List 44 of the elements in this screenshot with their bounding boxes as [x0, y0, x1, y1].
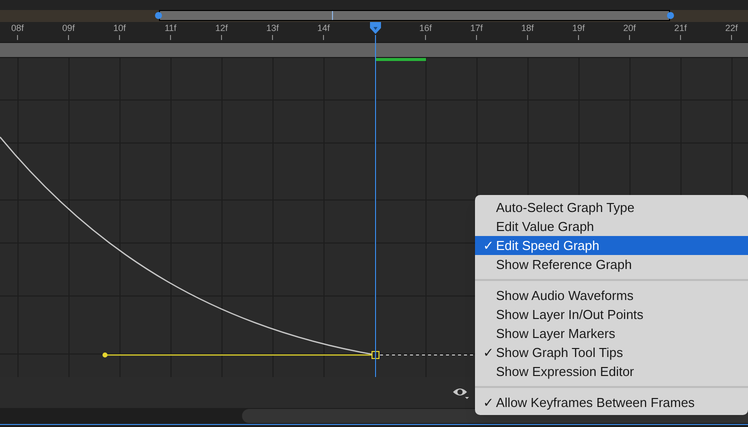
- ruler-label: 18f: [521, 22, 534, 34]
- eye-icon[interactable]: [452, 386, 470, 400]
- menu-item[interactable]: Show Reference Graph: [475, 255, 748, 274]
- ruler-label: 17f: [470, 22, 483, 34]
- menu-item-label: Show Layer Markers: [496, 324, 616, 343]
- menu-item-label: Allow Keyframes Between Frames: [496, 394, 695, 412]
- check-mark: ✓: [483, 344, 494, 362]
- menu-item[interactable]: Show Expression Editor: [475, 362, 748, 381]
- check-mark: ✓: [483, 237, 494, 255]
- menu-item-label: Show Audio Waveforms: [496, 286, 634, 305]
- ruler-label: 10f: [113, 22, 126, 34]
- ruler-label: 12f: [215, 22, 228, 34]
- ruler-label: 09f: [62, 22, 75, 34]
- ruler-label: 08f: [11, 22, 24, 34]
- ruler-label: 19f: [572, 22, 585, 34]
- ruler-label: 16f: [419, 22, 432, 34]
- menu-item[interactable]: Show Audio Waveforms: [475, 286, 748, 305]
- menu-item-label: Auto-Select Graph Type: [496, 198, 635, 217]
- work-area-bar: [375, 58, 426, 61]
- menu-item[interactable]: ✓Show Graph Tool Tips: [475, 343, 748, 362]
- menu-item[interactable]: Show Layer In/Out Points: [475, 305, 748, 324]
- menu-item-label: Edit Speed Graph: [496, 236, 600, 255]
- ruler-label: 22f: [725, 22, 738, 34]
- slider-handle[interactable]: [155, 12, 162, 19]
- menu-item[interactable]: Edit Value Graph: [475, 217, 748, 236]
- menu-item-label: Show Reference Graph: [496, 256, 632, 274]
- ruler-label: 20f: [623, 22, 636, 34]
- ruler-label: 11f: [164, 22, 176, 34]
- ruler-label: 13f: [266, 22, 279, 34]
- slider-handle[interactable]: [666, 12, 674, 19]
- current-time-tick: [332, 11, 333, 20]
- menu-item-label: Show Graph Tool Tips: [496, 344, 623, 362]
- menu-item[interactable]: ✓Allow Keyframes Between Frames: [475, 393, 748, 412]
- ruler-label: 21f: [674, 22, 687, 34]
- menu-item-label: Show Layer In/Out Points: [496, 306, 644, 324]
- menu-item-label: Edit Value Graph: [496, 218, 594, 236]
- check-mark: ✓: [483, 394, 494, 412]
- menu-item[interactable]: Show Layer Markers: [475, 324, 748, 343]
- handle-point[interactable]: [102, 352, 108, 358]
- playhead-marker-icon[interactable]: [370, 22, 381, 35]
- menu-item-label: Show Expression Editor: [496, 362, 634, 381]
- ruler-label: 14f: [317, 22, 330, 34]
- menu-item[interactable]: Auto-Select Graph Type: [475, 198, 748, 217]
- menu-item[interactable]: ✓Edit Speed Graph: [475, 236, 748, 255]
